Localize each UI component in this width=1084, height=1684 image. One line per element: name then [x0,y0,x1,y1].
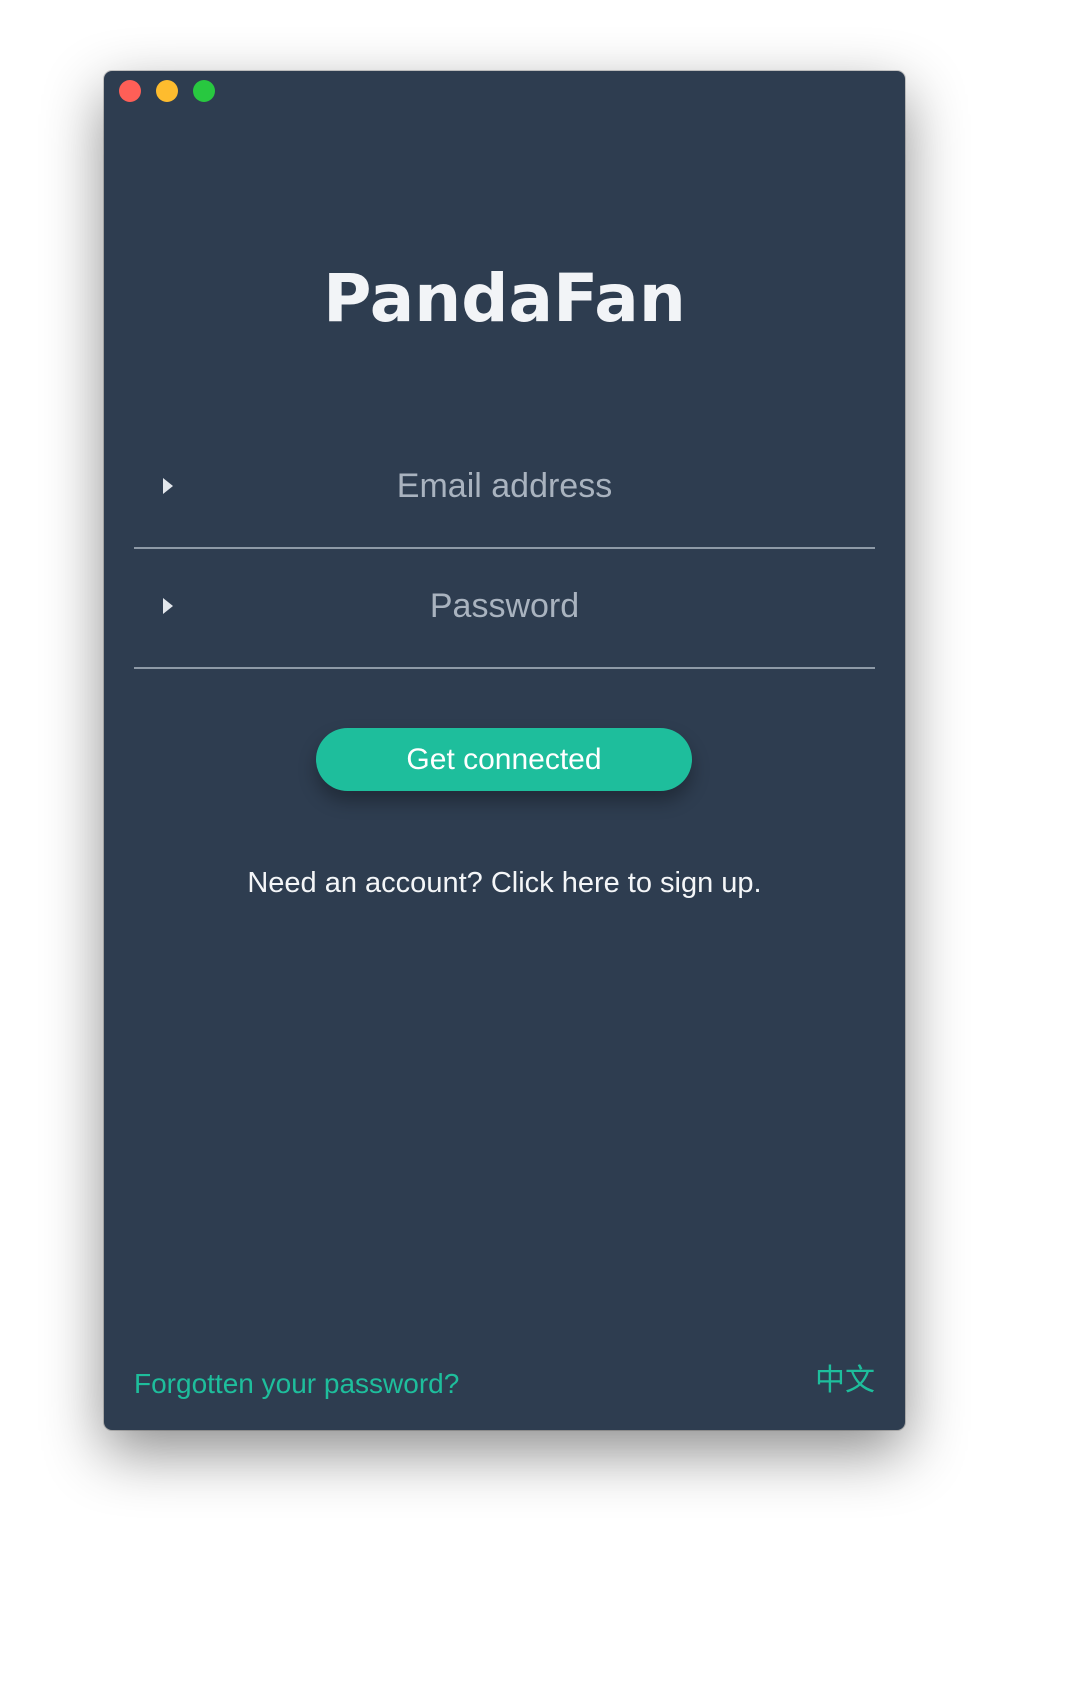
caret-right-icon [163,598,173,614]
zoom-window-button[interactable] [193,80,215,102]
get-connected-button[interactable]: Get connected [316,728,692,791]
close-window-button[interactable] [119,80,141,102]
caret-right-icon [163,478,173,494]
login-window: PandaFan Get connected Need an account? … [104,71,905,1430]
email-input[interactable] [194,457,815,515]
signup-link[interactable]: Need an account? Click here to sign up. [104,863,905,903]
minimize-window-button[interactable] [156,80,178,102]
forgot-password-link[interactable]: Forgotten your password? [134,1364,459,1404]
app-title: PandaFan [323,260,686,337]
language-switch-link[interactable]: 中文 [815,1361,875,1401]
password-input[interactable] [194,577,815,635]
email-field-row [134,427,875,549]
password-field-row [134,547,875,669]
